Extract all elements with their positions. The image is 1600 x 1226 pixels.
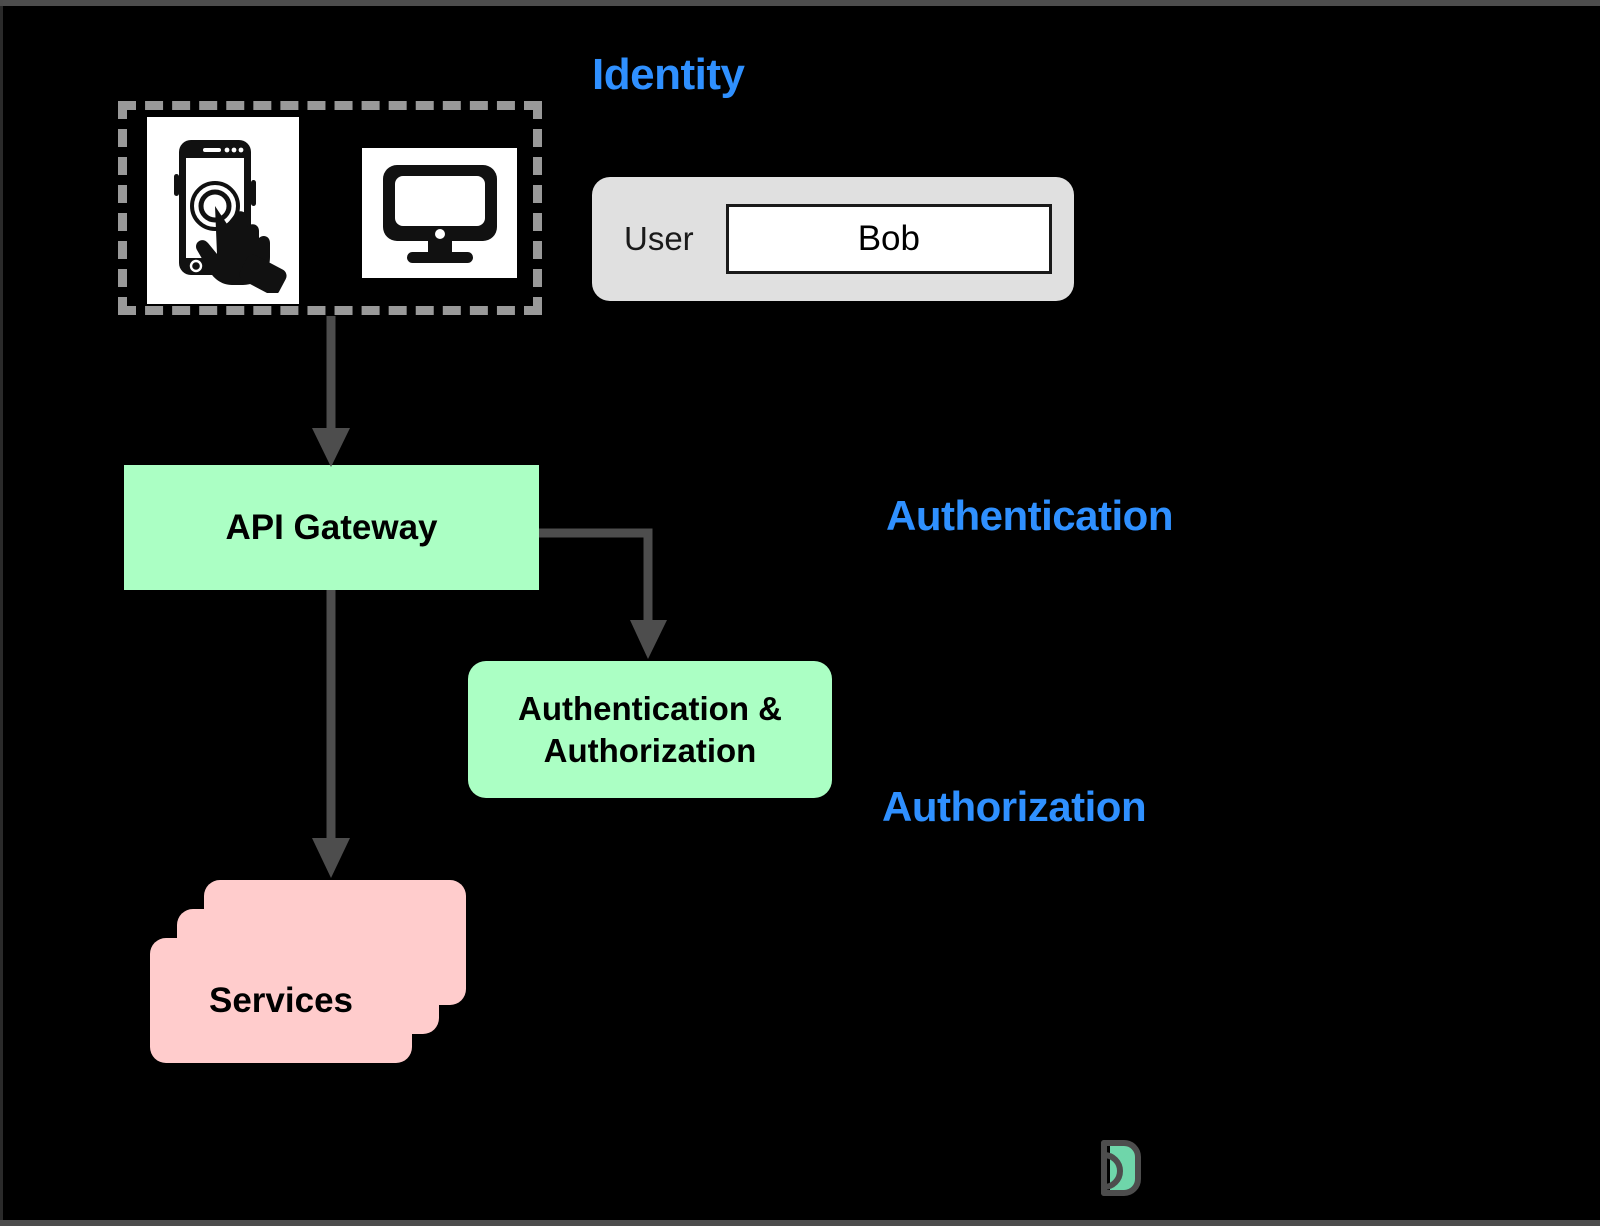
desktop-device-tile (362, 148, 517, 278)
section-label-authorization: Authorization (882, 783, 1147, 830)
node-services-stack[interactable]: Services (150, 880, 470, 1065)
user-identity-form: User Bob (592, 177, 1074, 301)
canvas-bottom-edge (0, 1220, 1600, 1226)
desktop-monitor-icon (375, 159, 505, 267)
node-auth-line1: Authentication & (518, 690, 782, 728)
edge-client-to-gateway (312, 316, 350, 467)
edge-gateway-to-auth (539, 528, 667, 659)
node-auth-line2: Authorization (543, 731, 757, 769)
user-field-label: User (624, 220, 694, 257)
brand-logo-icon (1080, 1125, 1144, 1203)
canvas-top-edge (0, 0, 1600, 6)
node-authentication-authorization[interactable]: Authentication & Authorization (468, 661, 832, 798)
mobile-touch-icon (157, 128, 289, 293)
canvas-left-edge (0, 0, 3, 1226)
section-label-identity: Identity (592, 50, 745, 99)
node-api-gateway[interactable]: API Gateway (124, 465, 539, 590)
service-card-front: Services (150, 938, 412, 1063)
mobile-device-tile (147, 117, 299, 304)
user-name-input[interactable]: Bob (725, 204, 1052, 274)
section-label-authentication: Authentication (886, 492, 1173, 539)
edge-gateway-to-services (312, 590, 350, 878)
diagram-canvas: Identity Authentication Authorization Us… (0, 0, 1600, 1226)
